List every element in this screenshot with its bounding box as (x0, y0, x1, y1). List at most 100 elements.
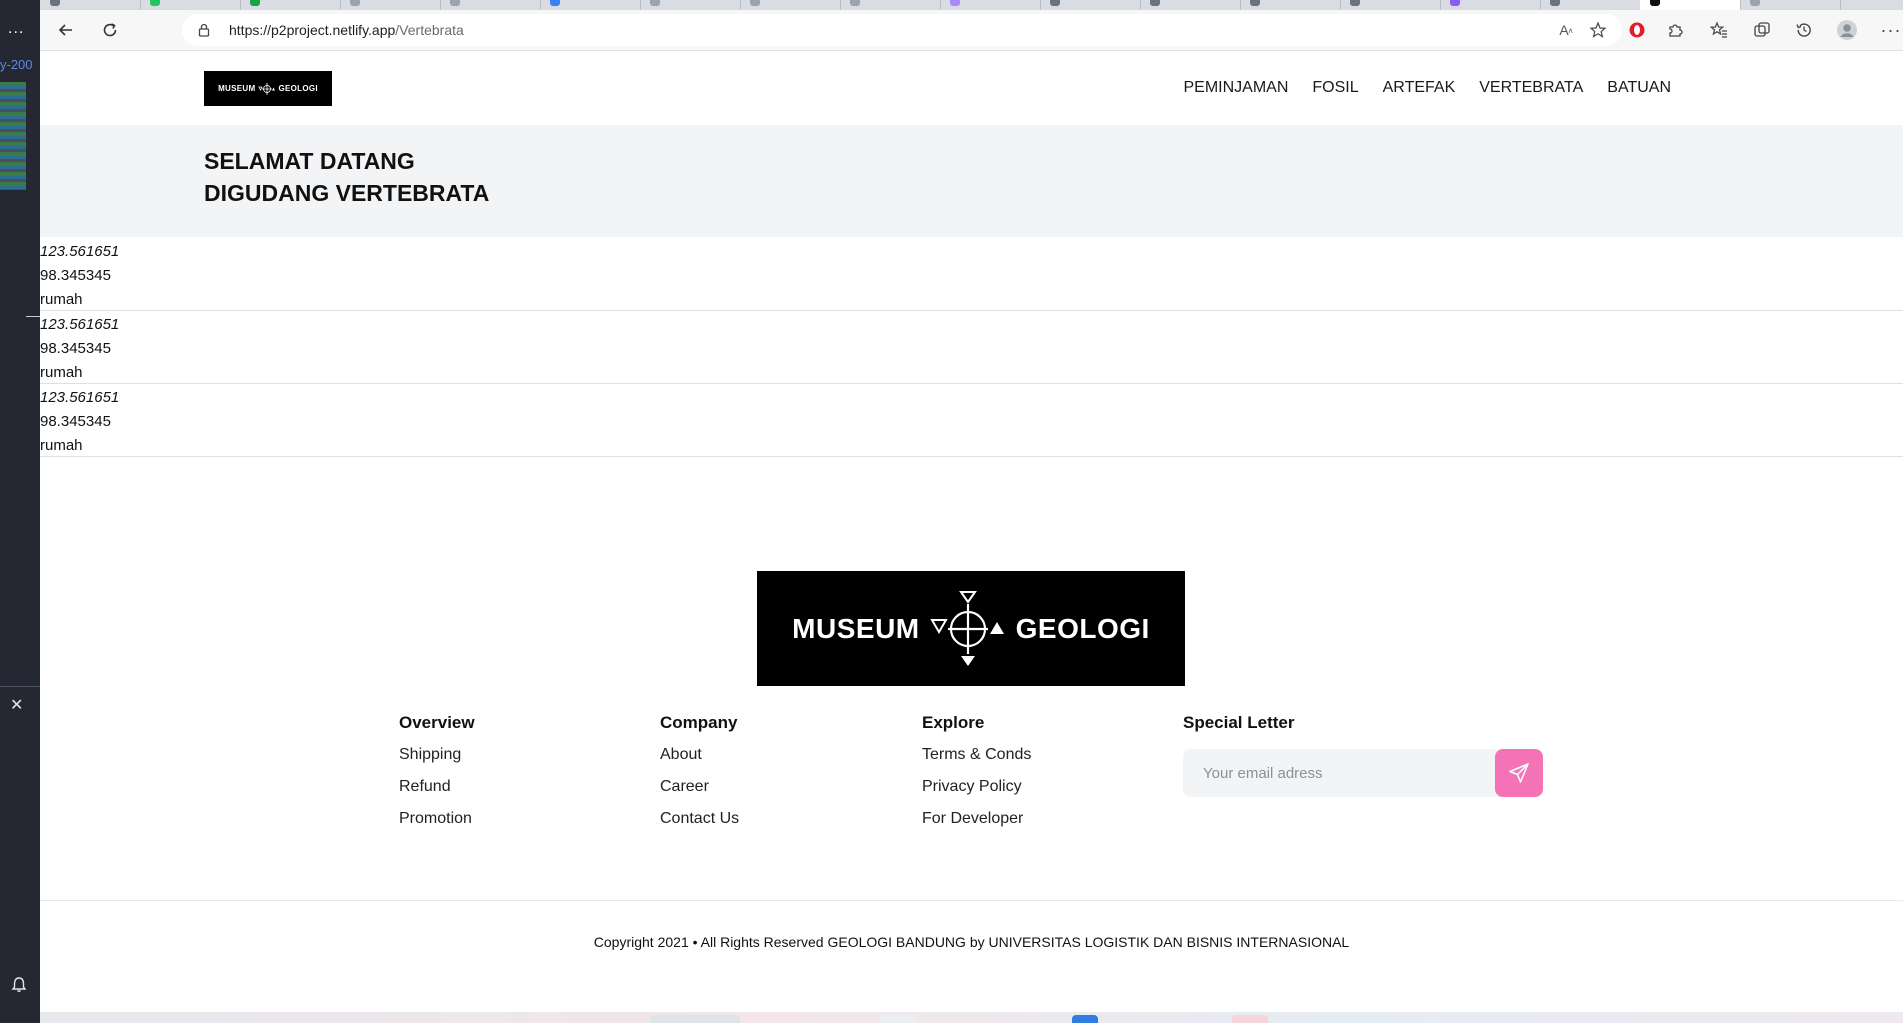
footer-link-for-developer[interactable]: For Developer (922, 809, 1031, 829)
footer-link-contact-us[interactable]: Contact Us (660, 809, 739, 829)
browser-tab[interactable] (740, 0, 841, 10)
list-item-value-a: 123.561651 (40, 316, 120, 333)
logo-compass-icon (258, 82, 275, 95)
browser-tab[interactable] (340, 0, 441, 10)
more-icon[interactable]: ... (8, 20, 24, 38)
browser-tab-active[interactable] (1640, 0, 1741, 10)
list-item: 123.561651 98.345345 rumah (40, 311, 1903, 384)
close-icon[interactable]: ✕ (10, 695, 23, 715)
bell-icon[interactable] (10, 976, 28, 994)
newsletter-form (1183, 749, 1543, 797)
footer-logo: MUSEUM GEOLOGI (757, 571, 1185, 686)
browser-tab[interactable] (1540, 0, 1641, 10)
url-text[interactable]: https://p2project.netlify.app/Vertebrata (229, 22, 464, 38)
side-panel-text: y-200 (0, 57, 33, 72)
send-icon (1509, 763, 1529, 783)
browser-tab[interactable] (1040, 0, 1141, 10)
site-header: MUSEUM GEOLOGI PEMINJAMAN FOSIL ARTEFAK … (40, 51, 1903, 125)
browser-tab[interactable] (640, 0, 741, 10)
browser-tab[interactable] (1240, 0, 1341, 10)
browser-tab[interactable] (240, 0, 341, 10)
list-item-value-c: rumah (40, 291, 83, 308)
divider (26, 316, 40, 317)
list-item-value-b: 98.345345 (40, 340, 111, 357)
send-button[interactable] (1495, 749, 1543, 797)
footer-link-career[interactable]: Career (660, 777, 739, 797)
footer-link-refund[interactable]: Refund (399, 777, 475, 797)
list-item-value-b: 98.345345 (40, 413, 111, 430)
browser-tab[interactable] (540, 0, 641, 10)
nav-link-artefak[interactable]: ARTEFAK (1383, 79, 1456, 97)
site-logo[interactable]: MUSEUM GEOLOGI (204, 71, 332, 106)
collections-icon[interactable] (1750, 18, 1774, 42)
footer-logo-word-left: MUSEUM (792, 612, 920, 644)
copyright-text: Copyright 2021 • All Rights Reserved GEO… (593, 934, 1350, 950)
logo-word-left: MUSEUM (218, 83, 256, 93)
side-panel-thumbnail (0, 82, 26, 190)
lock-icon[interactable] (196, 22, 212, 38)
browser-tab[interactable] (440, 0, 541, 10)
main-nav: PEMINJAMAN FOSIL ARTEFAK VERTEBRATA BATU… (1159, 79, 1671, 97)
opera-icon[interactable] (1625, 18, 1649, 42)
logo-text: MUSEUM GEOLOGI (218, 82, 318, 96)
footer-logo-text: MUSEUM GEOLOGI (792, 590, 1150, 668)
read-aloud-icon[interactable]: Aʌ (1554, 18, 1578, 42)
taskbar-item[interactable] (1232, 1015, 1268, 1023)
nav-link-fosil[interactable]: FOSIL (1312, 79, 1358, 97)
page-title-line-1: SELAMAT DATANG (204, 148, 415, 174)
browser-tab[interactable] (1740, 0, 1841, 10)
extensions-icon[interactable] (1663, 18, 1687, 42)
list-item: 123.561651 98.345345 rumah (40, 384, 1903, 457)
list-item-value-b: 98.345345 (40, 267, 111, 284)
browser-toolbar: https://p2project.netlify.app/Vertebrata… (40, 10, 1903, 51)
footer-link-promotion[interactable]: Promotion (399, 809, 475, 829)
browser-tab[interactable] (1340, 0, 1441, 10)
footer-col-overview: Overview Shipping Refund Promotion (399, 713, 475, 841)
history-icon[interactable] (1792, 18, 1816, 42)
browser-tab[interactable] (1440, 0, 1541, 10)
list-item-value-c: rumah (40, 437, 83, 454)
page-title: SELAMAT DATANG DIGUDANG VERTEBRATA (204, 145, 489, 209)
divider (0, 686, 40, 687)
list-item: 123.561651 98.345345 rumah (40, 238, 1903, 311)
footer-col-company: Company About Career Contact Us (660, 713, 739, 841)
footer-divider (40, 900, 1903, 901)
favorites-icon[interactable] (1707, 18, 1731, 42)
browser-tab[interactable] (1140, 0, 1241, 10)
footer-logo-word-right: GEOLOGI (1015, 612, 1150, 644)
profile-avatar-icon[interactable] (1835, 18, 1859, 42)
footer-col-title: Explore (922, 713, 985, 732)
taskbar-item[interactable] (1072, 1015, 1098, 1023)
nav-link-peminjaman[interactable]: PEMINJAMAN (1183, 79, 1288, 97)
nav-link-vertebrata[interactable]: VERTEBRATA (1479, 79, 1583, 97)
back-icon[interactable] (52, 16, 80, 44)
logo-word-right: GEOLOGI (278, 83, 318, 93)
email-field[interactable] (1183, 749, 1483, 797)
footer-link-about[interactable]: About (660, 745, 739, 765)
settings-more-icon[interactable]: ··· (1879, 18, 1903, 42)
footer-link-terms[interactable]: Terms & Conds (922, 745, 1031, 765)
address-bar[interactable]: https://p2project.netlify.app/Vertebrata… (182, 14, 1622, 46)
url-path: /Vertebrata (395, 22, 464, 38)
footer-col-explore: Explore Terms & Conds Privacy Policy For… (922, 713, 1031, 841)
browser-tab[interactable] (940, 0, 1041, 10)
side-panel: ... y-200 ✕ (0, 0, 40, 1023)
taskbar-item[interactable] (650, 1015, 740, 1023)
taskbar-item[interactable] (880, 1015, 916, 1023)
refresh-icon[interactable] (96, 16, 124, 44)
footer-logo-compass-icon (929, 590, 1004, 666)
nav-link-batuan[interactable]: BATUAN (1607, 79, 1671, 97)
browser-tab[interactable] (840, 0, 941, 10)
favorite-add-icon[interactable] (1586, 18, 1610, 42)
list-item-value-c: rumah (40, 364, 83, 381)
footer-col-title: Overview (399, 713, 475, 732)
footer-link-shipping[interactable]: Shipping (399, 745, 475, 765)
footer-col-title: Special Letter (1183, 713, 1295, 732)
browser-tab[interactable] (40, 0, 141, 10)
footer-link-privacy-policy[interactable]: Privacy Policy (922, 777, 1031, 797)
url-host: https://p2project.netlify.app (229, 22, 396, 38)
web-page: MUSEUM GEOLOGI PEMINJAMAN FOSIL ARTEFAK … (40, 51, 1903, 1012)
browser-tab[interactable] (140, 0, 241, 10)
browser-tab-strip (40, 0, 1903, 10)
footer-col-special-letter: Special Letter (1183, 713, 1543, 797)
